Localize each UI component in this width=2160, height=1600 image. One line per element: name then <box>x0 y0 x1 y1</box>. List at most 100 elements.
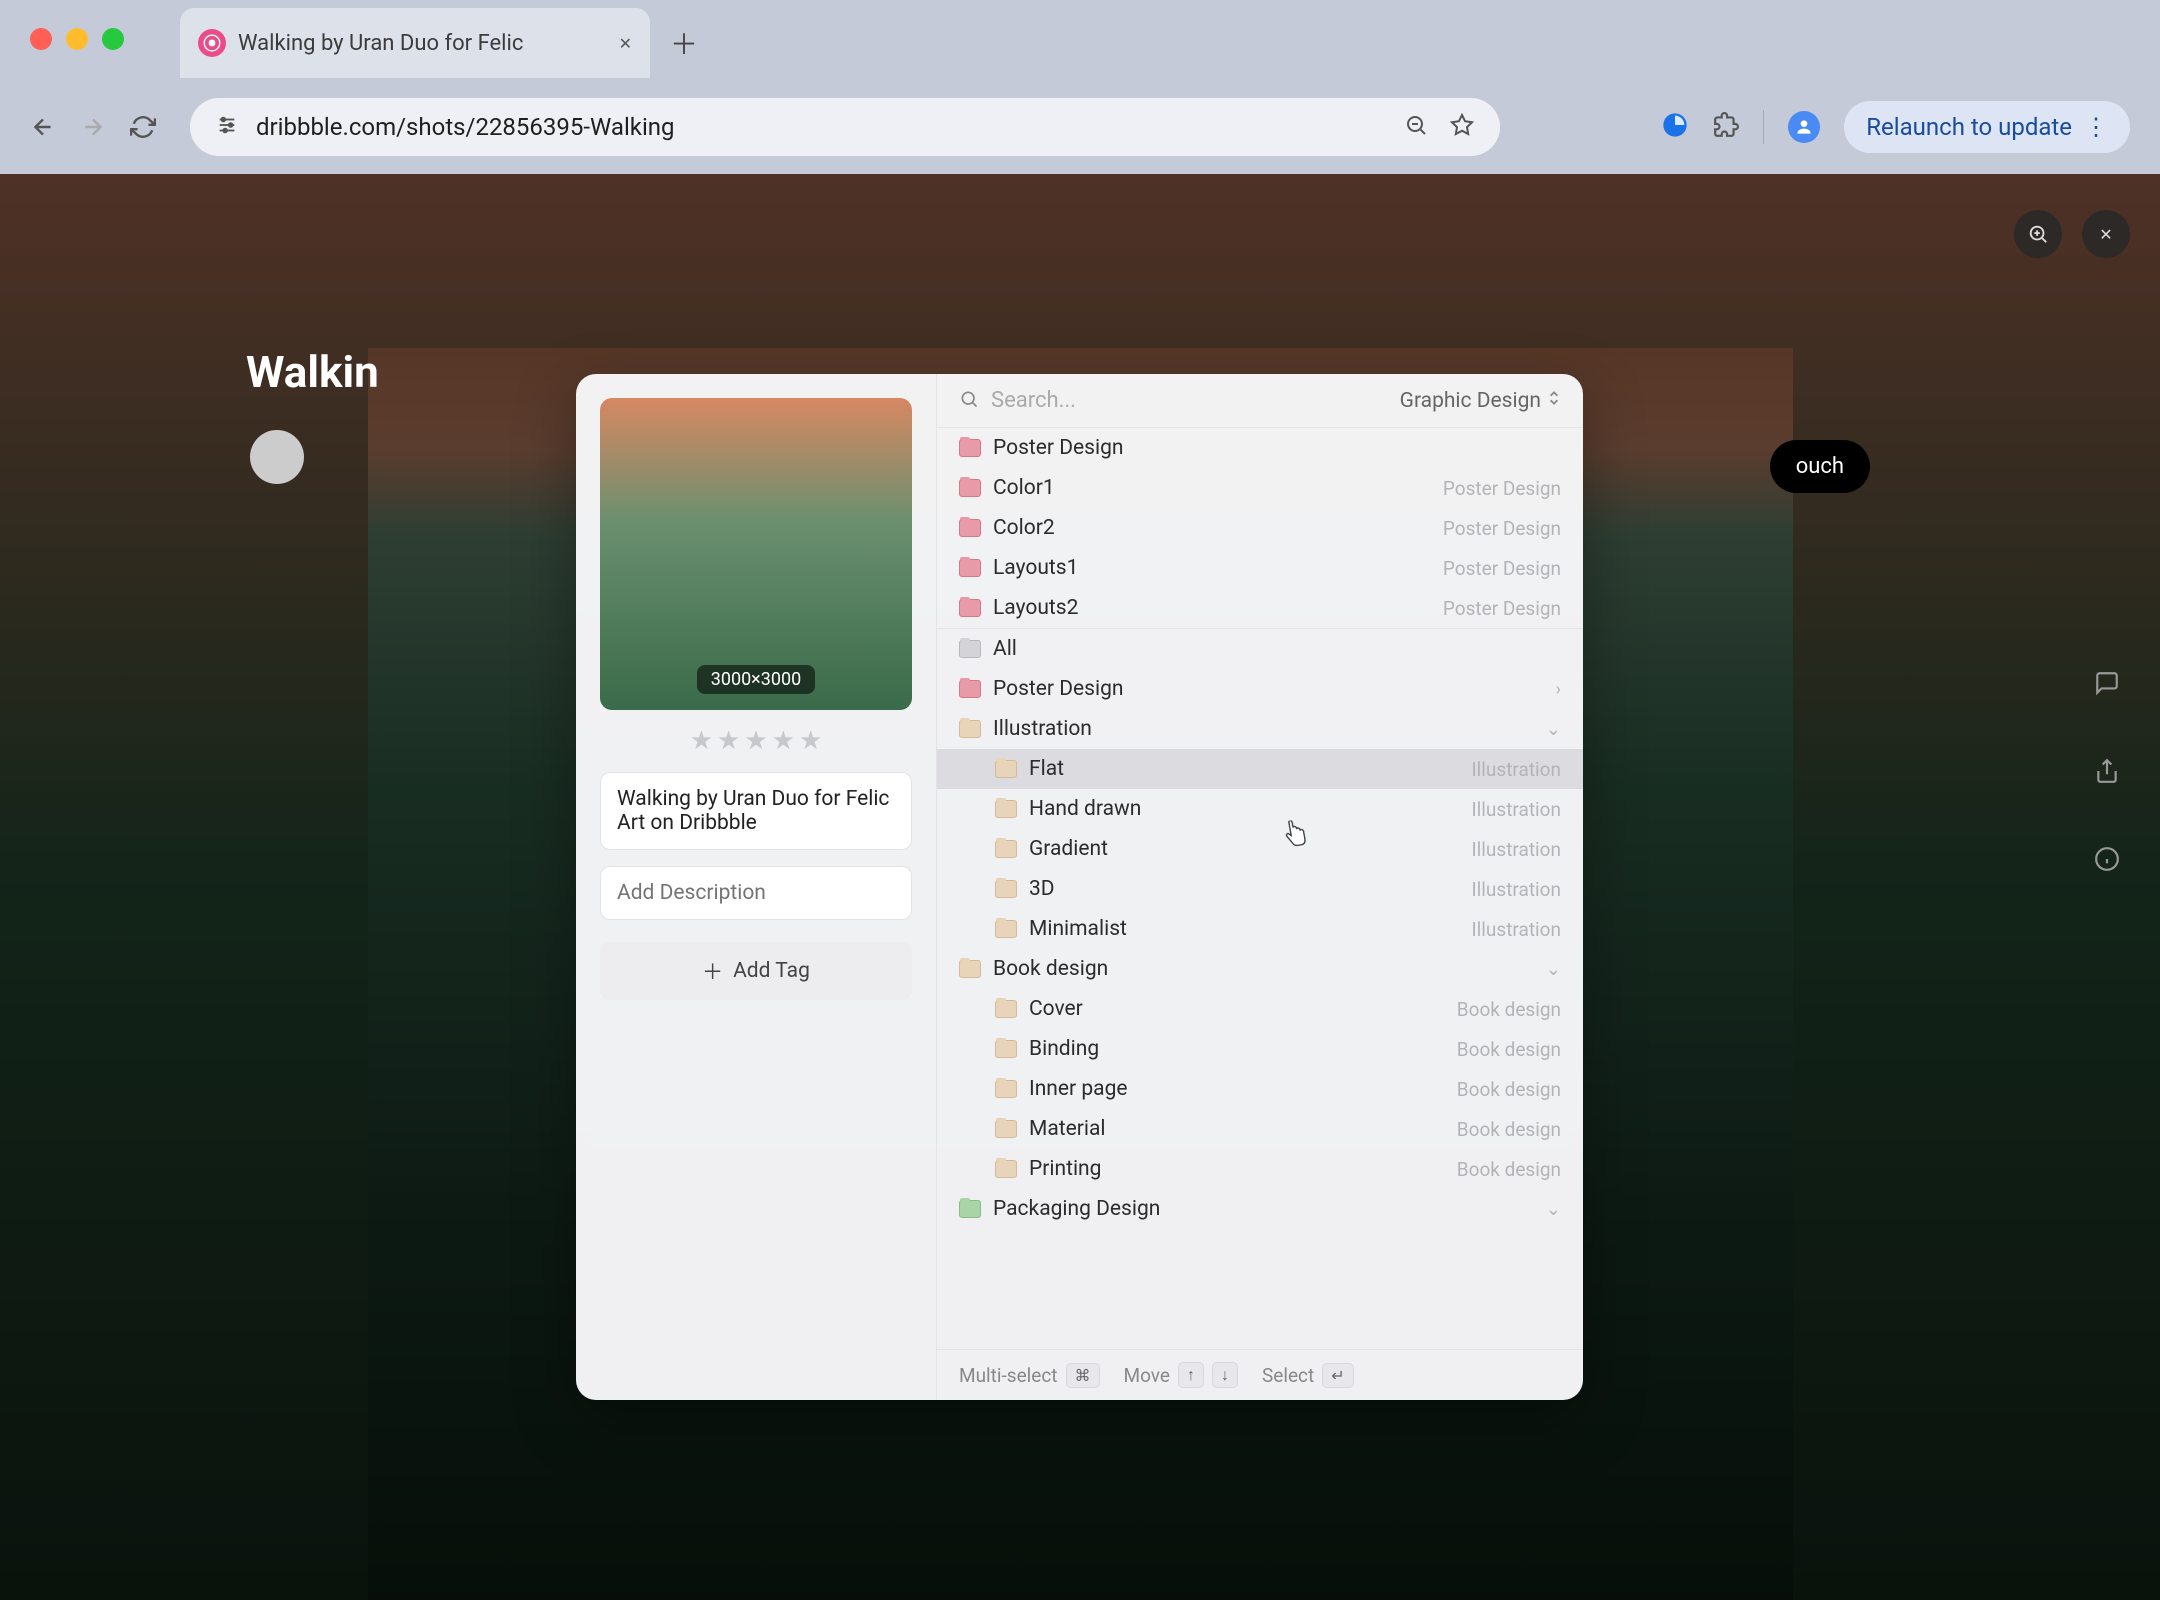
dribbble-favicon-icon: ⦿ <box>198 29 226 57</box>
rating-stars[interactable]: ★ ★ ★ ★ ★ <box>600 726 912 756</box>
relaunch-button[interactable]: Relaunch to update ⋮ <box>1844 101 2130 153</box>
folder-row[interactable]: Color2Poster Design <box>937 508 1583 548</box>
star-icon[interactable]: ★ <box>717 726 740 756</box>
folder-parent-label: Book design <box>1457 1078 1561 1101</box>
extension-circle-icon[interactable] <box>1661 111 1689 143</box>
search-input[interactable] <box>991 388 1388 413</box>
author-avatar[interactable] <box>250 430 304 484</box>
minimize-window-button[interactable] <box>66 28 88 50</box>
folder-parent-label: Poster Design <box>1443 597 1561 620</box>
chevron-right-icon[interactable]: › <box>1556 679 1561 700</box>
folder-label: Cover <box>1029 997 1445 1021</box>
folder-icon <box>959 479 981 497</box>
folder-row[interactable]: Layouts2Poster Design <box>937 588 1583 628</box>
category-dropdown[interactable]: Graphic Design <box>1400 389 1561 413</box>
star-icon[interactable]: ★ <box>772 726 795 756</box>
page-title: Walkin <box>246 346 379 398</box>
folder-icon <box>995 1080 1017 1098</box>
maximize-window-button[interactable] <box>102 28 124 50</box>
folder-list[interactable]: Poster Design Color1 Poster Design Color2Po… <box>937 428 1583 1349</box>
toolbar-divider <box>1763 110 1764 144</box>
folder-row[interactable]: FlatIllustration <box>937 749 1583 789</box>
browser-tab[interactable]: ⦿ Walking by Uran Duo for Felic ✕ <box>180 8 650 78</box>
folder-row[interactable]: Poster Design› <box>937 669 1583 709</box>
folder-parent-label: Illustration <box>1472 878 1561 901</box>
folder-row[interactable]: Hand drawnIllustration <box>937 789 1583 829</box>
relaunch-label: Relaunch to update <box>1866 113 2072 141</box>
folder-icon <box>959 960 981 978</box>
folder-row[interactable]: PrintingBook design <box>937 1149 1583 1189</box>
address-bar[interactable]: dribbble.com/shots/22856395-Walking <box>190 98 1500 156</box>
folder-row[interactable]: Packaging Design⌄ <box>937 1189 1583 1229</box>
site-settings-icon[interactable] <box>216 114 238 141</box>
close-window-button[interactable] <box>30 28 52 50</box>
chevron-down-icon[interactable]: ⌄ <box>1546 1199 1561 1220</box>
save-modal: 3000×3000 ★ ★ ★ ★ ★ ＋ Add Tag Graphic De… <box>576 374 1583 1400</box>
close-overlay-button[interactable]: ✕ <box>2082 210 2130 258</box>
folder-row[interactable]: MaterialBook design <box>937 1109 1583 1149</box>
folder-label: Gradient <box>1029 837 1460 861</box>
folder-icon <box>959 559 981 577</box>
extensions-icon[interactable] <box>1713 112 1739 142</box>
folder-row[interactable]: GradientIllustration <box>937 829 1583 869</box>
url-text: dribbble.com/shots/22856395-Walking <box>256 113 1386 141</box>
new-tab-button[interactable]: ＋ <box>670 23 698 63</box>
profile-button[interactable] <box>1788 111 1820 143</box>
search-icon <box>959 389 979 413</box>
star-icon[interactable]: ★ <box>744 726 767 756</box>
preview-thumbnail[interactable]: 3000×3000 <box>600 398 912 710</box>
folder-icon <box>959 1200 981 1218</box>
info-icon[interactable] <box>2094 846 2120 876</box>
comment-icon[interactable] <box>2094 670 2120 700</box>
tab-strip: ⦿ Walking by Uran Duo for Felic ✕ ＋ <box>180 8 698 78</box>
modal-footer: Multi-select ⌘ Move ↑ ↓ Select ↵ <box>937 1349 1583 1400</box>
forward-button[interactable] <box>80 114 106 140</box>
folder-parent-label: Poster Design <box>1443 477 1561 500</box>
folder-row[interactable]: Inner pageBook design <box>937 1069 1583 1109</box>
zoom-shot-button[interactable] <box>2014 210 2062 258</box>
folder-parent-label: Poster Design <box>1443 557 1561 580</box>
folder-row[interactable]: CoverBook design <box>937 989 1583 1029</box>
folder-icon <box>995 920 1017 938</box>
star-icon[interactable]: ★ <box>799 726 822 756</box>
folder-row[interactable]: Book design ⌄ <box>937 949 1583 989</box>
chevron-down-icon[interactable]: ⌄ <box>1546 959 1561 980</box>
folder-label: Poster Design <box>993 436 1561 460</box>
browser-toolbar: dribbble.com/shots/22856395-Walking Rela… <box>0 80 2160 174</box>
folder-row[interactable]: MinimalistIllustration <box>937 909 1583 949</box>
folder-parent-label: Illustration <box>1472 918 1561 941</box>
folder-icon <box>995 1160 1017 1178</box>
folder-row[interactable]: Illustration⌄ <box>937 709 1583 749</box>
folder-row[interactable]: Layouts1Poster Design <box>937 548 1583 588</box>
chevron-updown-icon <box>1547 389 1561 413</box>
description-input[interactable] <box>600 866 912 920</box>
modal-right-panel: Graphic Design Poster DesignColor1Poster… <box>936 374 1583 1400</box>
get-in-touch-button[interactable]: ouch <box>1770 440 1870 493</box>
share-icon[interactable] <box>2094 758 2120 788</box>
folder-row[interactable]: BindingBook design <box>937 1029 1583 1069</box>
reload-button[interactable] <box>130 114 156 140</box>
add-tag-button[interactable]: ＋ Add Tag <box>600 942 912 1000</box>
bookmark-icon[interactable] <box>1450 113 1474 141</box>
folder-row[interactable]: 3DIllustration <box>937 869 1583 909</box>
back-button[interactable] <box>30 114 56 140</box>
folder-label: Material <box>1029 1117 1445 1141</box>
folder-icon <box>959 439 981 457</box>
folder-row[interactable]: All <box>937 629 1583 669</box>
folder-icon <box>959 720 981 738</box>
modal-left-panel: 3000×3000 ★ ★ ★ ★ ★ ＋ Add Tag <box>576 374 936 1400</box>
folder-label: Book design <box>993 957 1534 981</box>
folder-label: Flat <box>1029 757 1460 781</box>
footer-select: Select ↵ <box>1262 1363 1354 1388</box>
folder-row[interactable]: Color1 Poster Design <box>937 468 1583 508</box>
star-icon[interactable]: ★ <box>690 726 713 756</box>
close-tab-icon[interactable]: ✕ <box>619 34 632 53</box>
cmd-key-badge: ⌘ <box>1066 1363 1100 1388</box>
folder-parent-label: Illustration <box>1472 798 1561 821</box>
folder-row[interactable]: Poster Design <box>937 428 1583 468</box>
title-input[interactable] <box>600 772 912 850</box>
zoom-icon[interactable] <box>1404 113 1428 141</box>
footer-multiselect: Multi-select ⌘ <box>959 1363 1100 1388</box>
chevron-down-icon[interactable]: ⌄ <box>1546 719 1561 740</box>
folder-label: Color1 <box>993 476 1431 500</box>
